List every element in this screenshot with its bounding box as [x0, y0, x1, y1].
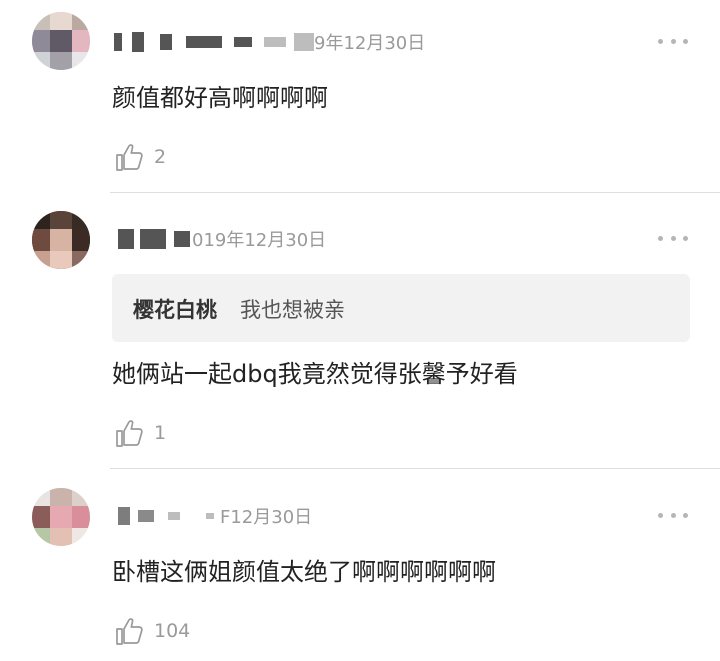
comment-text: 她俩站一起dbq我竟然觉得张馨予好看 [112, 360, 518, 388]
username-redacted [138, 510, 154, 522]
username-redacted [160, 34, 172, 50]
avatar[interactable] [32, 211, 90, 269]
comment-text: 卧槽这俩姐颜值太绝了啊啊啊啊啊啊 [112, 558, 496, 586]
username-redacted[interactable] [114, 33, 122, 51]
username-redacted[interactable] [118, 507, 130, 525]
divider [110, 468, 720, 469]
like-count: 104 [154, 620, 191, 642]
username-redacted [132, 32, 144, 52]
username-redacted [264, 37, 286, 47]
username-redacted[interactable] [118, 229, 134, 249]
comment-item: 019年12月30日 樱花白桃 我也想被亲 她俩站一起dbq我竟然觉得张馨予好看… [0, 195, 720, 470]
username-redacted [168, 512, 180, 520]
thumbs-up-icon [116, 420, 143, 447]
like-button[interactable]: 104 [114, 614, 190, 648]
like-count: 1 [154, 422, 167, 444]
thumbs-up-icon [116, 618, 143, 645]
username-redacted [294, 33, 314, 51]
username-redacted [234, 37, 252, 47]
comment-text: 颜值都好高啊啊啊啊 [112, 84, 328, 112]
username-redacted [206, 513, 214, 519]
like-button[interactable]: 2 [114, 140, 166, 174]
comment-meta: 019年12月30日 [118, 225, 326, 253]
quoted-username[interactable]: 樱花白桃 [133, 294, 217, 324]
avatar[interactable] [32, 488, 90, 546]
comment-date: F12月30日 [220, 507, 313, 528]
thumbs-up-icon [116, 144, 143, 171]
more-dots-icon[interactable] [658, 36, 688, 46]
avatar[interactable] [32, 12, 90, 70]
like-button[interactable]: 1 [114, 416, 166, 450]
divider [110, 192, 720, 193]
comment-item: 9年12月30日 颜值都好高啊啊啊啊 2 [0, 0, 720, 195]
more-dots-icon[interactable] [658, 233, 688, 243]
username-redacted [186, 36, 222, 48]
reply-quote[interactable]: 樱花白桃 我也想被亲 [112, 274, 690, 342]
comment-date: 9年12月30日 [314, 33, 426, 54]
like-count: 2 [154, 146, 167, 168]
more-dots-icon[interactable] [658, 510, 688, 520]
comment-meta: 9年12月30日 [114, 28, 425, 56]
quoted-text: 我也想被亲 [240, 298, 345, 322]
comment-item: F12月30日 卧槽这俩姐颜值太绝了啊啊啊啊啊啊 104 [0, 470, 720, 661]
comment-date: 019年12月30日 [192, 230, 327, 251]
username-redacted [140, 229, 166, 249]
username-redacted [174, 231, 190, 247]
comment-meta: F12月30日 [118, 502, 312, 530]
